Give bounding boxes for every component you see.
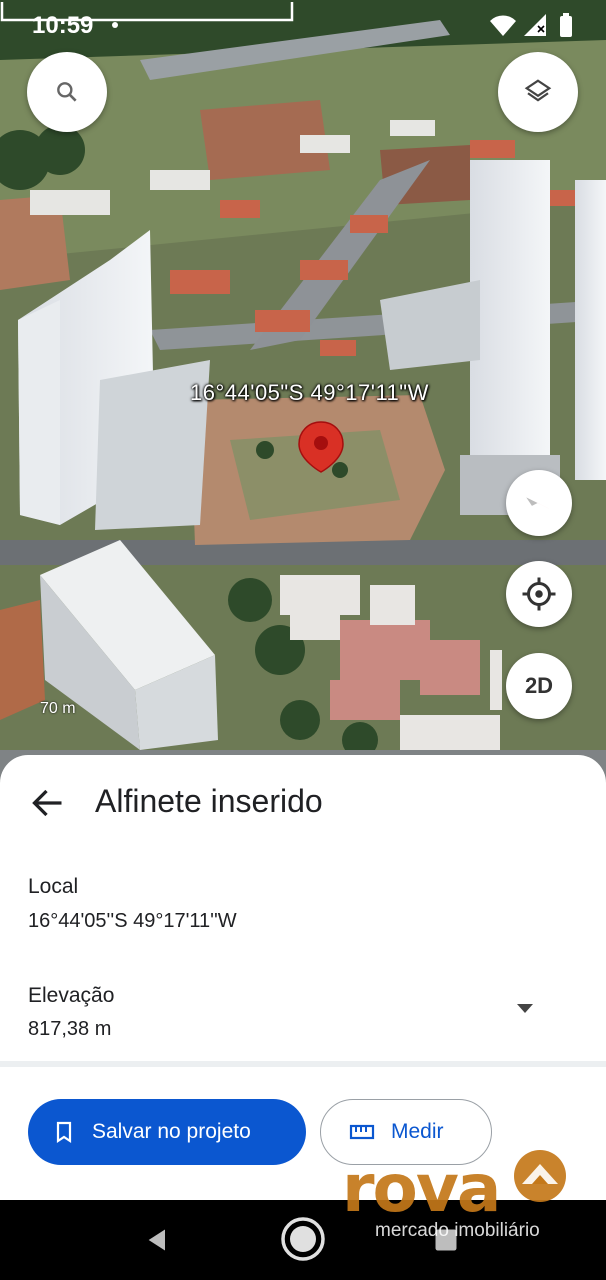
elevation-value: 817,38 m (28, 1018, 112, 1040)
compass-button[interactable] (506, 470, 572, 536)
sheet-title: Alfinete inserido (95, 783, 323, 819)
my-location-button[interactable] (506, 561, 572, 627)
watermark-tagline: mercado imobiliário (375, 1220, 540, 1241)
layers-icon (524, 79, 552, 102)
back-arrow-icon[interactable] (30, 785, 66, 821)
brand-watermark: rova mercado imobiliário (340, 1140, 590, 1250)
scale-label: 70 m (40, 700, 76, 717)
elevation-label: Elevação (28, 984, 115, 1007)
wifi-icon (490, 15, 516, 36)
place-detail-sheet: Alfinete inserido Local 16°44'05''S 49°1… (0, 755, 606, 1200)
signal-icon (524, 14, 546, 36)
status-time: 10:59 (32, 12, 94, 39)
search-button[interactable] (27, 52, 107, 132)
status-icons (490, 13, 572, 37)
expand-dropdown-icon[interactable] (514, 1001, 536, 1015)
nav-home-icon[interactable] (279, 1215, 327, 1263)
search-icon (57, 82, 77, 102)
nav-back-icon[interactable] (144, 1226, 172, 1254)
location-label: Local (28, 875, 79, 898)
watermark-brand: rova (342, 1150, 501, 1227)
save-to-project-label: Salvar no projeto (92, 1120, 251, 1143)
battery-icon (560, 13, 572, 37)
view-mode-2d-button[interactable]: 2D (506, 653, 572, 719)
layers-button[interactable] (498, 52, 578, 132)
save-to-project-button[interactable]: Salvar no projeto (28, 1099, 306, 1165)
watermark-logo-icon (514, 1150, 566, 1202)
bookmark-icon (56, 1121, 72, 1144)
location-value: 16°44'05''S 49°17'11''W (28, 910, 237, 932)
notification-dot (112, 22, 118, 28)
compass-icon (526, 497, 552, 511)
divider (0, 1061, 606, 1067)
my-location-icon (522, 577, 556, 611)
status-bar: 10:59 (0, 0, 606, 52)
ruler-icon (349, 1124, 375, 1140)
map-coordinate-label: 16°44'05"S 49°17'11"W (190, 380, 429, 405)
